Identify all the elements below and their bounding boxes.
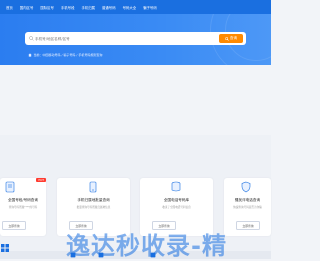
service-card[interactable]: HOT 全国号段/号码查询 查询号码所属****的号码 立即查询 (0, 178, 46, 236)
search-icon (225, 36, 229, 41)
card-title: 骚扰诈电话查询 (234, 198, 261, 202)
breadcrumb: 当前：中国移动号码 / 骗子号码 / 手机号码规则查询 (28, 53, 102, 57)
nav-item-international[interactable]: 国际区号 (40, 5, 54, 10)
shield-icon (241, 181, 251, 193)
card-desc: 查询号码所属****的号码 (8, 206, 38, 209)
search-button-label: 查询 (229, 36, 238, 40)
nav-item-general[interactable]: 普通号码 (102, 5, 116, 10)
card-desc: 批量查询号码所属归属地信息 (76, 206, 111, 209)
nav-item-domestic[interactable]: 国内区号 (20, 5, 34, 10)
hot-badge: HOT (36, 178, 46, 182)
query-button[interactable]: 立即查询 (236, 221, 260, 230)
section-spacer (0, 65, 271, 135)
card-title: 全国电话号码库 (163, 198, 190, 202)
top-nav: 首页 国内区号 国际区号 手机号段 手机归属 普通号码 号码大全 骗子号码 (0, 0, 271, 14)
nav-item-prefix[interactable]: 手机号段 (61, 5, 75, 10)
query-button[interactable]: 立即查询 (2, 221, 26, 230)
search-icon (29, 36, 34, 41)
search-bar: 查询 (25, 32, 246, 45)
document-icon (5, 181, 15, 193)
service-card[interactable]: 骚扰诈电话查询 快速查询号码是否为诈骗 立即查询 (224, 178, 271, 236)
card-desc: 快速查询号码是否为诈骗 (233, 206, 262, 209)
nav-item-fraud[interactable]: 骗子号码 (143, 5, 157, 10)
database-icon (171, 181, 181, 192)
apps-icon (1, 244, 9, 252)
nav-item-directory[interactable]: 号码大全 (123, 5, 137, 10)
card-title: 手机归属地批量查询 (77, 198, 110, 202)
card-desc: 收录了全国电话号码信息 (162, 206, 191, 209)
card-title: 全国号段/号码查询 (8, 198, 38, 202)
home-icon (28, 53, 32, 57)
breadcrumb-text: 当前：中国移动号码 / 骗子号码 / 手机号码规则查询 (33, 53, 103, 57)
nav-item-home[interactable]: 首页 (6, 5, 13, 10)
search-button[interactable]: 查询 (219, 34, 243, 43)
nav-item-location[interactable]: 手机归属 (81, 5, 95, 10)
watermark: 逸达秒收录-精 (66, 232, 227, 260)
phone-icon (89, 181, 97, 193)
search-input[interactable] (25, 32, 246, 45)
